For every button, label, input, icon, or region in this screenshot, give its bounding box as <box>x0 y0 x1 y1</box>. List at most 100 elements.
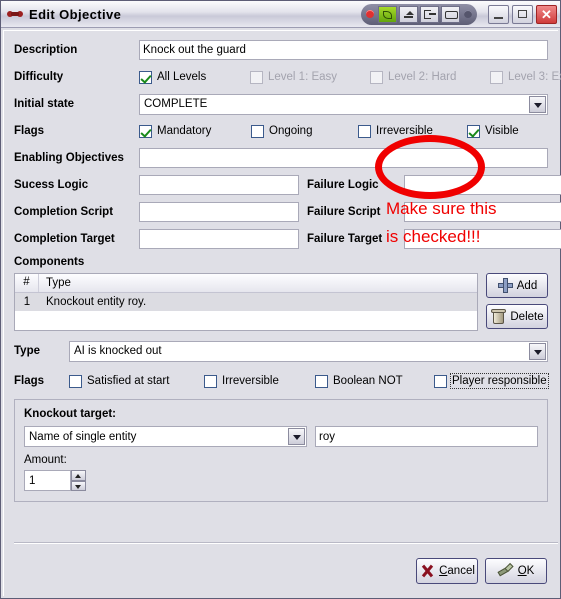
checkbox-level-3-expert[interactable]: Level 3: Expert <box>490 70 561 84</box>
checkbox-box <box>139 124 152 138</box>
edit-objective-window: Edit Objective ✕ Description Difficulty … <box>0 0 561 599</box>
amount-input[interactable] <box>24 470 71 491</box>
minimize-button[interactable] <box>488 4 509 24</box>
delete-button-label: Delete <box>510 310 544 323</box>
checkbox-component-irreversible[interactable]: Irreversible <box>204 374 298 388</box>
failure-script-input[interactable] <box>404 202 561 222</box>
row-type: Knockout entity roy. <box>46 296 147 308</box>
checkbox-box <box>315 374 328 388</box>
export-button[interactable] <box>420 5 439 23</box>
failure-script-label: Failure Script <box>307 206 381 218</box>
component-type-label: Type <box>14 345 40 357</box>
difficulty-row: Difficulty All Levels Level 1: Easy Leve… <box>14 66 561 88</box>
initial-state-label: Initial state <box>14 98 75 110</box>
cancel-button-label: Cancel <box>439 565 475 577</box>
script-row: Completion Script Failure Script <box>14 201 561 223</box>
close-button[interactable]: ✕ <box>536 4 557 24</box>
column-header-num: # <box>15 274 39 292</box>
ok-button-label: OK <box>517 565 535 577</box>
status-dot-grey <box>464 10 472 18</box>
stepper-up-icon[interactable] <box>71 470 86 481</box>
column-header-type: Type <box>46 277 71 289</box>
trash-icon <box>490 309 507 324</box>
completion-target-label: Completion Target <box>14 233 115 245</box>
ok-button[interactable]: OK <box>485 558 547 584</box>
collapse-button[interactable] <box>399 5 418 23</box>
status-dot-red <box>366 10 374 18</box>
checkbox-mandatory[interactable]: Mandatory <box>139 124 234 138</box>
dialog-body: Description Difficulty All Levels Level … <box>3 30 561 596</box>
checkbox-visible[interactable]: Visible <box>467 124 519 138</box>
checkbox-box <box>204 374 217 388</box>
dialog-footer: Cancel OK <box>4 542 558 596</box>
initial-state-row: Initial state COMPLETE <box>14 93 548 115</box>
add-button-label: Add <box>516 279 538 292</box>
target-row: Completion Target Failure Target <box>14 228 561 250</box>
logic-row: Sucess Logic Failure Logic <box>14 174 561 196</box>
objective-icon <box>7 8 23 20</box>
checkbox-box <box>69 374 82 388</box>
success-logic-input[interactable] <box>139 175 299 195</box>
enabling-objectives-label: Enabling Objectives <box>14 152 124 164</box>
checkbox-box <box>358 124 371 138</box>
enabling-objectives-row: Enabling Objectives <box>14 147 548 169</box>
knockout-selector-value: Name of single entity <box>29 430 137 443</box>
failure-target-label: Failure Target <box>307 233 383 245</box>
difficulty-label: Difficulty <box>14 71 64 83</box>
component-type-select[interactable]: AI is knocked out <box>69 340 548 362</box>
enabling-objectives-input[interactable] <box>139 148 548 168</box>
checkbox-ongoing[interactable]: Ongoing <box>251 124 341 138</box>
checkbox-player-responsible[interactable]: Player responsible <box>434 373 549 389</box>
checkbox-box <box>250 70 263 84</box>
title-bar: Edit Objective ✕ <box>1 1 560 28</box>
delete-button[interactable]: Delete <box>486 304 548 329</box>
components-section: # Type 1 Knockout entity roy. Add Delete <box>14 273 548 335</box>
failure-logic-input[interactable] <box>404 175 561 195</box>
stepper-down-icon[interactable] <box>71 480 86 491</box>
components-table[interactable]: # Type 1 Knockout entity roy. <box>14 273 478 331</box>
chevron-down-icon[interactable] <box>529 342 546 360</box>
row-num: 1 <box>23 296 31 308</box>
amount-stepper[interactable] <box>24 470 538 491</box>
knockout-target-title: Knockout target: <box>24 408 116 420</box>
description-row: Description <box>14 39 548 61</box>
checkbox-box <box>434 374 447 388</box>
checkbox-irreversible[interactable]: Irreversible <box>358 124 450 138</box>
description-input[interactable] <box>139 40 548 60</box>
leaf-button[interactable] <box>378 5 397 23</box>
check-icon <box>498 564 514 578</box>
checkbox-box <box>370 70 383 84</box>
checkbox-box <box>251 124 264 138</box>
knockout-selector-select[interactable]: Name of single entity <box>24 426 307 447</box>
components-title: Components <box>14 256 85 268</box>
amount-label: Amount: <box>24 454 67 466</box>
checkbox-level-1-easy[interactable]: Level 1: Easy <box>250 70 353 84</box>
completion-target-input[interactable] <box>139 229 299 249</box>
flags-label: Flags <box>14 125 45 137</box>
checkbox-box <box>467 124 480 138</box>
checkbox-box <box>490 70 503 84</box>
maximize-button[interactable] <box>512 4 533 24</box>
component-flags-row: Flags Satisfied at start Irreversible Bo… <box>14 370 549 392</box>
success-logic-label: Sucess Logic <box>14 179 89 191</box>
window-button[interactable] <box>441 5 460 23</box>
initial-state-select[interactable]: COMPLETE <box>139 93 548 115</box>
checkbox-satisfied-at-start[interactable]: Satisfied at start <box>69 374 187 388</box>
checkbox-boolean-not[interactable]: Boolean NOT <box>315 374 417 388</box>
titlebar-tool-group <box>361 3 477 25</box>
chevron-down-icon[interactable] <box>529 95 546 113</box>
component-type-value: AI is knocked out <box>74 345 162 357</box>
checkbox-level-2-hard[interactable]: Level 2: Hard <box>370 70 473 84</box>
chevron-down-icon[interactable] <box>288 428 305 445</box>
component-type-row: Type AI is knocked out <box>14 340 548 362</box>
x-icon <box>419 564 435 578</box>
knockout-entity-input[interactable] <box>315 426 538 447</box>
footer-divider <box>14 542 558 544</box>
cancel-button[interactable]: Cancel <box>416 558 478 584</box>
add-button[interactable]: Add <box>486 273 548 298</box>
failure-target-input[interactable] <box>404 229 561 249</box>
checkbox-all-levels[interactable]: All Levels <box>139 70 233 84</box>
table-row[interactable]: 1 Knockout entity roy. <box>15 293 477 311</box>
completion-script-input[interactable] <box>139 202 299 222</box>
flags-row: Flags Mandatory Ongoing Irreversible Vis… <box>14 120 548 142</box>
